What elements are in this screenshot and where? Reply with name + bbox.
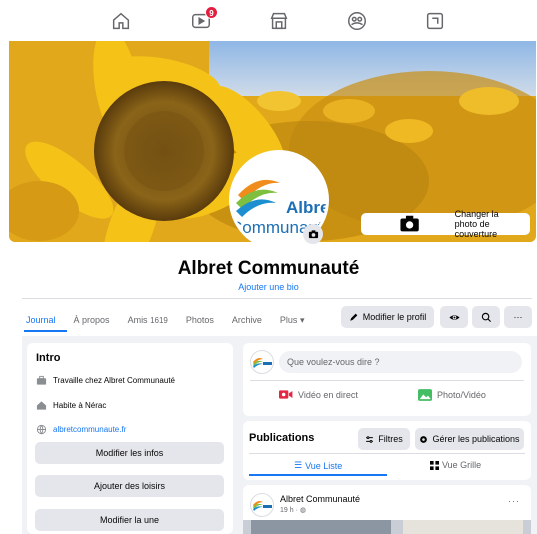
groups-icon[interactable]: [346, 10, 368, 32]
post-image-block: [251, 520, 391, 534]
avatar-camera-button[interactable]: [303, 224, 323, 244]
add-bio-link[interactable]: Ajouter une bio: [0, 282, 537, 292]
gear-icon: [420, 435, 428, 443]
camera-icon: [308, 229, 318, 238]
composer-input[interactable]: Que voulez-vous dire ?: [279, 351, 522, 373]
active-tab-indicator: [24, 330, 67, 332]
change-cover-button[interactable]: Changer la photo de couverture: [361, 209, 530, 239]
manage-posts-label: Gérer les publications: [432, 434, 520, 444]
edit-profile-label: Modifier le profil: [362, 312, 427, 322]
tab-amis[interactable]: Amis 1619: [128, 315, 168, 325]
marketplace-icon[interactable]: [268, 10, 290, 32]
grid-icon: [430, 460, 439, 470]
lives-prefix: Habite à: [53, 401, 83, 410]
post-time-label: 19 h ·: [280, 507, 298, 514]
filter-icon: [366, 435, 374, 443]
tab-journal[interactable]: Journal: [26, 315, 56, 325]
post-avatar[interactable]: [250, 493, 274, 517]
top-navigation: 9: [0, 0, 537, 41]
more-options-button[interactable]: ···: [504, 306, 532, 328]
house-icon: [36, 401, 47, 410]
work-prefix: Travaille chez: [53, 376, 103, 385]
manage-posts-button[interactable]: Gérer les publications: [415, 428, 524, 450]
add-hobbies-button[interactable]: Ajouter des loisirs: [35, 475, 224, 497]
publications-title: Publications: [249, 432, 315, 444]
intro-location: Habite à Nérac: [36, 400, 106, 411]
search-icon: [481, 312, 491, 322]
photo-video-label: Photo/Vidéo: [437, 390, 486, 400]
grid-view-label: Vue Grille: [442, 460, 482, 470]
globe-icon: ◍: [299, 507, 306, 514]
pencil-icon: [349, 313, 358, 321]
filters-label: Filtres: [378, 434, 403, 444]
edit-featured-button[interactable]: Modifier la une: [35, 509, 224, 531]
lives-place[interactable]: Nérac: [85, 401, 106, 410]
more-icon: ···: [513, 312, 523, 322]
live-video-icon: [279, 390, 293, 399]
briefcase-icon: [36, 375, 47, 385]
intro-title: Intro: [36, 352, 61, 364]
list-view-tab[interactable]: ☰ Vue Liste: [294, 460, 342, 471]
active-view-indicator: [249, 474, 387, 476]
filters-button[interactable]: Filtres: [358, 428, 410, 450]
intro-card: [27, 343, 233, 534]
edit-profile-button[interactable]: Modifier le profil: [341, 306, 434, 328]
view-as-button[interactable]: [440, 306, 468, 328]
edit-info-button[interactable]: Modifier les infos: [35, 442, 224, 464]
live-video-label: Vidéo en direct: [298, 389, 358, 400]
work-place[interactable]: Albret Communauté: [104, 376, 175, 385]
tab-plus-label: Plus: [279, 314, 298, 325]
website-link[interactable]: albretcommunaute.fr: [53, 425, 126, 434]
divider: [22, 298, 532, 299]
photo-icon: [418, 389, 432, 401]
profile-tabs: Journal À propos Amis 1619 Photos Archiv…: [26, 310, 322, 330]
intro-work: Travaille chez Albret Communauté: [36, 375, 175, 386]
page-title: Albret Communauté: [177, 258, 360, 279]
post-image[interactable]: [243, 520, 531, 534]
post-time[interactable]: 19 h · ◍: [280, 506, 306, 514]
gaming-icon[interactable]: [424, 10, 446, 32]
notification-badge: 9: [205, 6, 218, 19]
tab-archive[interactable]: Archive: [232, 315, 262, 325]
eye-icon: [448, 314, 460, 320]
camera-icon: [400, 215, 420, 232]
video-icon[interactable]: 9: [190, 6, 218, 32]
post-author[interactable]: Albret Communauté: [280, 494, 360, 504]
home-icon[interactable]: [110, 10, 132, 32]
live-video-button[interactable]: Vidéo en direct: [279, 389, 358, 400]
photo-video-button[interactable]: Photo/Vidéo: [418, 389, 486, 401]
tab-plus[interactable]: Plus ▾: [280, 315, 305, 326]
intro-website: albretcommunaute.fr: [36, 424, 126, 435]
tab-amis-label: Amis: [127, 315, 148, 325]
post-image-block: [403, 520, 523, 534]
tab-apropos[interactable]: À propos: [74, 315, 110, 325]
composer-divider: [250, 380, 524, 381]
change-cover-label: Changer la photo de couverture: [454, 209, 499, 239]
logo-text-albret: Albret: [286, 198, 329, 217]
post-more-button[interactable]: ···: [508, 496, 520, 506]
list-icon: ☰: [294, 460, 303, 470]
search-button[interactable]: [472, 306, 500, 328]
friends-count: 1619: [150, 316, 168, 325]
grid-view-tab[interactable]: Vue Grille: [430, 460, 481, 470]
composer-avatar: [250, 350, 274, 374]
publications-divider: [249, 453, 525, 454]
list-view-label: Vue Liste: [305, 460, 343, 471]
globe-icon: [36, 424, 47, 435]
tab-photos[interactable]: Photos: [186, 315, 214, 325]
chevron-down-icon: ▾: [299, 314, 305, 325]
